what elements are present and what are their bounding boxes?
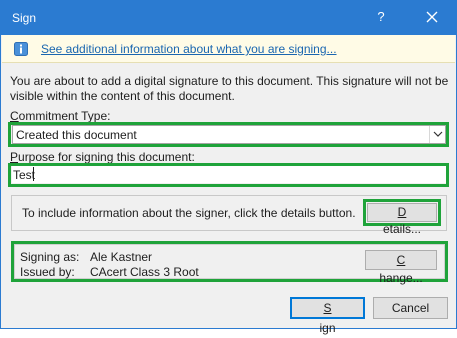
close-icon xyxy=(426,11,438,23)
commitment-type-value: Created this document xyxy=(16,128,137,142)
close-button[interactable] xyxy=(422,7,442,27)
dropdown-arrow[interactable] xyxy=(429,126,445,143)
info-bar: See additional information about what yo… xyxy=(2,35,455,63)
text-caret xyxy=(33,167,34,181)
details-instruction: To include information about the signer,… xyxy=(22,206,356,220)
commitment-type-select[interactable]: Created this document xyxy=(12,125,446,144)
issued-by-value: CAcert Class 3 Root xyxy=(90,265,199,279)
sign-dialog: Sign ? See additional information about … xyxy=(0,0,457,335)
help-button[interactable]: ? xyxy=(373,9,389,27)
commitment-type-label: Commitment Type: xyxy=(10,109,111,123)
change-button[interactable]: Change... xyxy=(365,250,437,285)
additional-info-link[interactable]: See additional information about what yo… xyxy=(41,42,337,56)
signing-as-label: Signing as: xyxy=(20,250,80,264)
sign-button[interactable]: Sign xyxy=(290,297,365,335)
issued-by-label: Issued by: xyxy=(20,265,75,279)
cancel-button[interactable]: Cancel xyxy=(373,297,448,319)
info-icon xyxy=(14,42,28,56)
purpose-label: Purpose for signing this document: xyxy=(10,150,195,164)
details-button[interactable]: Details... xyxy=(367,203,437,236)
signing-as-value: Ale Kastner xyxy=(90,250,153,264)
chevron-down-icon xyxy=(433,131,443,137)
purpose-input[interactable] xyxy=(12,166,446,183)
window-title: Sign xyxy=(12,11,37,25)
signature-description: You are about to add a digital signature… xyxy=(10,74,449,103)
title-bar[interactable]: Sign ? xyxy=(1,1,456,35)
